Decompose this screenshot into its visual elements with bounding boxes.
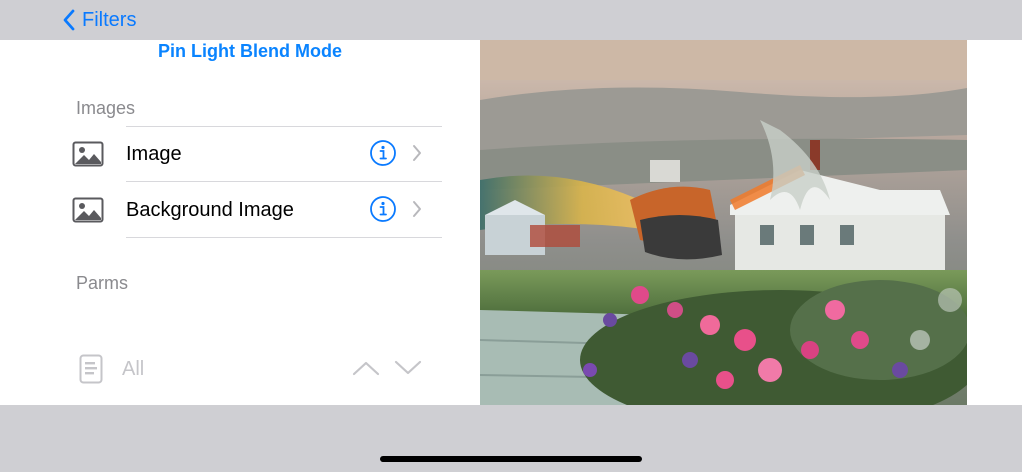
chevron-down-icon[interactable] <box>394 359 422 377</box>
background-image-row-label: Background Image <box>126 198 294 221</box>
filter-title: Pin Light Blend Mode <box>158 41 342 61</box>
divider <box>126 237 442 238</box>
photo-icon <box>70 140 106 168</box>
image-row[interactable]: Image <box>70 127 442 181</box>
divider <box>126 181 442 182</box>
list-icon <box>79 354 103 384</box>
content-area: Pin Light Blend Mode Images Image Backgr… <box>0 40 1022 405</box>
back-button[interactable]: Filters <box>62 6 136 34</box>
photo-icon <box>70 196 106 224</box>
image-row-label: Image <box>126 142 182 165</box>
filter-preview-image <box>480 40 967 405</box>
preview-photo <box>480 40 967 405</box>
home-indicator[interactable] <box>380 456 642 462</box>
chevron-right-icon <box>413 145 421 161</box>
images-section-header: Images <box>76 98 136 118</box>
filter-settings-panel: Pin Light Blend Mode Images Image Backgr… <box>0 40 460 405</box>
bottom-bar <box>0 405 1022 472</box>
parms-section-header: Parms <box>76 273 129 293</box>
back-button-label: Filters <box>82 8 137 31</box>
chevron-right-icon <box>413 201 421 217</box>
chevron-up-icon[interactable] <box>352 359 380 377</box>
info-icon[interactable] <box>369 195 397 223</box>
parameter-selector: All <box>76 353 426 385</box>
background-image-row[interactable]: Background Image <box>70 183 442 237</box>
info-icon[interactable] <box>369 139 397 167</box>
chevron-left-icon <box>63 9 75 31</box>
selector-label: All <box>122 358 145 380</box>
navigation-bar: Filters <box>0 0 1022 40</box>
